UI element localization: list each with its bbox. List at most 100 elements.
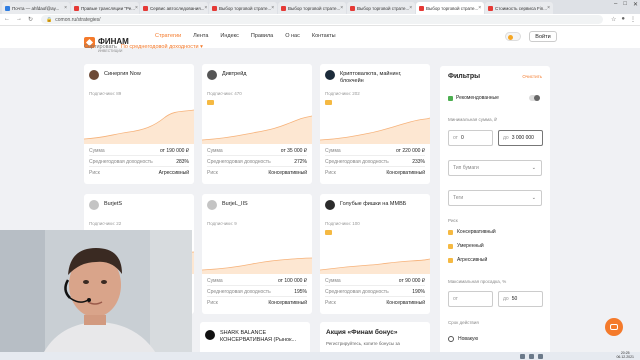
tab-title: Выбор торговой страте... xyxy=(219,5,272,11)
header-actions: Войти xyxy=(505,31,557,42)
yield-row: Среднегодовая доходность 233% xyxy=(325,159,425,165)
strategy-card[interactable]: Криптовалюта, майнинг, блокчейн Подписчик… xyxy=(320,64,430,184)
risk-row: Риск Консервативный xyxy=(207,170,307,176)
yield-value: 283% xyxy=(176,159,189,165)
min-sum-to-input[interactable]: до 3 000 000 xyxy=(498,130,543,146)
minimize-icon[interactable]: – xyxy=(614,1,617,8)
risk-value: Консервативный xyxy=(386,170,425,176)
browser-tab[interactable]: Выбор торговой страте... × xyxy=(347,2,415,14)
sum-label: Сумма xyxy=(207,278,223,284)
browser-tab[interactable]: Сервис автоследования... × xyxy=(140,2,208,14)
browser-tab[interactable]: Выбор торговой страте... × xyxy=(278,2,346,14)
sparkline-area xyxy=(202,116,312,144)
menu-item-rules[interactable]: Правила xyxy=(251,33,273,39)
sum-value: от 100 000 ₽ xyxy=(278,278,307,284)
paper-type-select[interactable]: Тип бумаги ⌄ xyxy=(448,160,542,176)
sum-row: Сумма от 220 000 ₽ xyxy=(325,148,425,154)
subscribers-count: Подписчики: 89 xyxy=(89,91,122,96)
filters-panel: Фильтры Очистить Рекомендованные Минимал… xyxy=(440,66,550,360)
sum-row: Сумма от 90 000 ₽ xyxy=(325,278,425,284)
maximize-icon[interactable]: □ xyxy=(623,1,627,8)
avatar xyxy=(325,70,335,80)
sum-value: от 35 000 ₽ xyxy=(280,148,307,154)
tab-close-icon[interactable]: × xyxy=(409,5,412,11)
strategy-card[interactable]: Голубые фишки на ММВБ Подписчики: 100 Сумм… xyxy=(320,194,430,314)
sum-row: Сумма от 35 000 ₽ xyxy=(207,148,307,154)
sum-label: Сумма xyxy=(325,278,341,284)
forward-icon[interactable]: → xyxy=(16,16,22,23)
star-icon[interactable]: ☆ xyxy=(611,16,616,23)
avatar xyxy=(89,200,99,210)
menu-icon[interactable]: ⋮ xyxy=(630,16,636,23)
divider xyxy=(207,285,307,286)
clock[interactable]: 20:25 06.12.2021 xyxy=(616,351,634,360)
risk-option-aggressive[interactable]: Агрессивный xyxy=(448,257,487,263)
age-option-label: Новакую xyxy=(458,336,479,342)
sum-label: Сумма xyxy=(207,148,223,154)
battery-icon[interactable] xyxy=(538,353,543,359)
menu-item-about[interactable]: О нас xyxy=(285,33,300,39)
browser-tab[interactable]: Выбор торговой страте... × xyxy=(416,2,484,14)
age-option-new[interactable]: Новакую xyxy=(448,336,478,342)
recommended-label: Рекомендованные xyxy=(456,95,499,101)
reload-icon[interactable]: ↻ xyxy=(28,16,33,23)
checkbox-checked-icon xyxy=(448,229,453,235)
tab-title: Правые трансляции "Ре... xyxy=(81,5,135,11)
menu-item-contacts[interactable]: Контакты xyxy=(312,33,336,39)
strategy-card[interactable]: BurjeL_IIS Подписчики: 9 Сумма от 100 000 ₽… xyxy=(202,194,312,314)
subscribers-count: Подписчики: 9 xyxy=(207,221,237,226)
favicon-icon xyxy=(212,5,217,11)
risk-option-label: Умеренный xyxy=(457,243,484,249)
menu-item-feed[interactable]: Лента xyxy=(193,33,208,39)
tab-close-icon[interactable]: × xyxy=(547,5,550,11)
login-button[interactable]: Войти xyxy=(529,31,557,42)
menu-item-index[interactable]: Индекс xyxy=(220,33,238,39)
menu-item-strategies[interactable]: Стратегии xyxy=(155,33,181,39)
sparkline-area xyxy=(320,118,430,144)
tab-close-icon[interactable]: × xyxy=(271,5,274,11)
min-sum-from-input[interactable]: от 0 xyxy=(448,130,493,146)
clear-filters-button[interactable]: Очистить xyxy=(522,74,542,79)
recommended-switch[interactable] xyxy=(529,95,540,101)
window-controls: – □ ✕ xyxy=(614,1,638,8)
volume-icon[interactable] xyxy=(529,353,534,359)
risk-option-conservative[interactable]: Консервативный xyxy=(448,229,496,235)
sparkline-area xyxy=(202,258,312,274)
tab-close-icon[interactable]: × xyxy=(64,5,67,11)
tab-close-icon[interactable]: × xyxy=(135,5,138,11)
yield-row: Среднегодовая доходность 283% xyxy=(89,159,189,165)
tab-close-icon[interactable]: × xyxy=(204,5,207,11)
strategy-card[interactable]: Синергия Now Подписчики: 89 Сумма от 190 00… xyxy=(84,64,194,184)
tab-close-icon[interactable]: × xyxy=(340,5,343,11)
chat-button[interactable] xyxy=(605,318,623,336)
tab-title: Сервис автоследования... xyxy=(150,5,205,11)
theme-toggle-icon[interactable] xyxy=(505,32,521,41)
browser-tab[interactable]: Выбор торговой страте... × xyxy=(209,2,277,14)
avatar xyxy=(325,200,335,210)
browser-tab[interactable]: Почта — ahfdaof@ay... × xyxy=(2,2,70,14)
sort-row: Сортировать По среднегодовой доходности … xyxy=(84,44,203,50)
profile-icon[interactable]: ● xyxy=(621,16,625,23)
strategy-card[interactable]: Дивтрейд Подписчики: 470 Сумма от 35 000 ₽ С… xyxy=(202,64,312,184)
back-icon[interactable]: ← xyxy=(4,16,10,23)
tags-select[interactable]: Теги ⌄ xyxy=(448,190,542,206)
sort-select[interactable]: По среднегодовой доходности ▾ xyxy=(121,44,203,50)
wifi-icon[interactable] xyxy=(520,353,525,359)
strategy-name: SHARK BALANCE КОНСЕРВАТИВНАЯ (Рынок... xyxy=(220,330,297,343)
drawdown-to-input[interactable]: до 50 xyxy=(498,291,543,307)
clock-date: 06.12.2021 xyxy=(616,355,634,359)
browser-actions: ☆ ● ⋮ xyxy=(611,16,636,23)
tab-close-icon[interactable]: × xyxy=(478,5,481,11)
close-icon[interactable]: ✕ xyxy=(633,1,638,8)
subscribers-count: Подписчики: 22 xyxy=(89,221,122,226)
browser-tab[interactable]: Правые трансляции "Ре... × xyxy=(71,2,139,14)
drawdown-from-input[interactable]: от xyxy=(448,291,493,307)
strategy-name: Голубые фишки на ММВБ xyxy=(340,201,407,207)
url-field[interactable]: 🔒 comon.ru/strategies/ xyxy=(41,15,603,24)
strategy-name: Криптовалюта, майнинг, блокчейн xyxy=(340,71,402,84)
sparkline-area xyxy=(320,259,430,274)
risk-option-moderate[interactable]: Умеренный xyxy=(448,243,484,249)
avatar xyxy=(89,70,99,80)
strategy-name: BurjetS xyxy=(104,201,123,207)
browser-tab[interactable]: Стоимость сервиса Fin... × xyxy=(485,2,553,14)
